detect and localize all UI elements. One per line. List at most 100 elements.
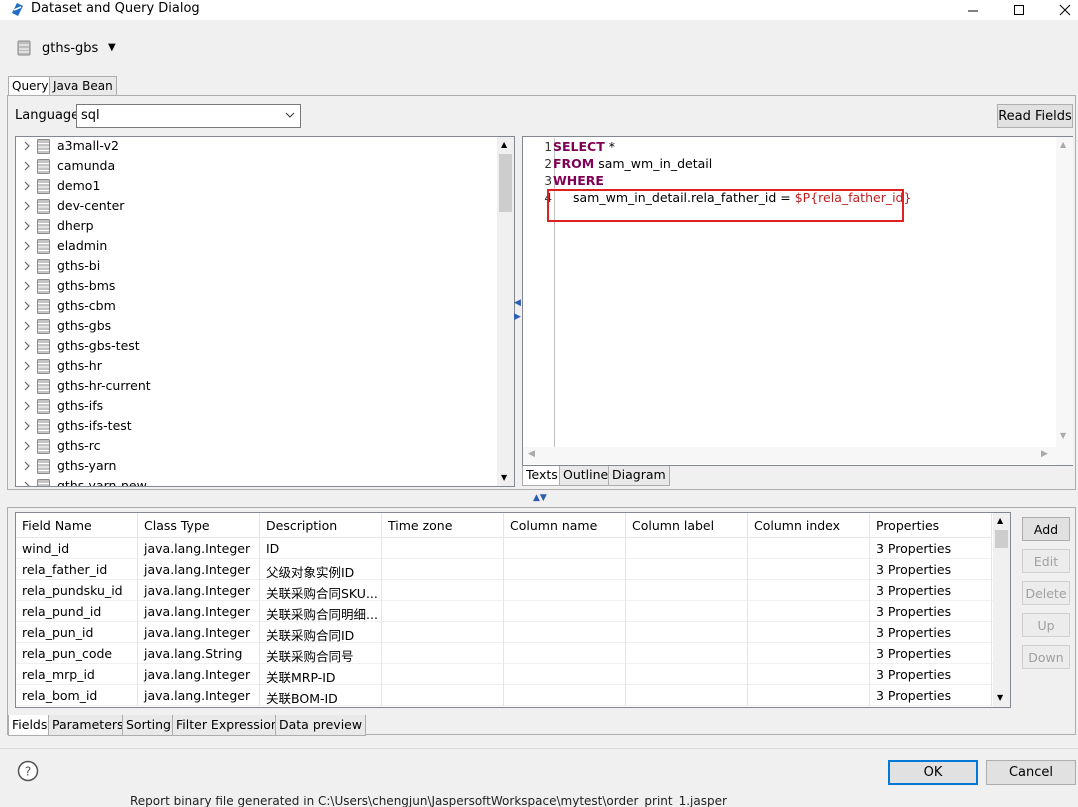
column-header[interactable]: Time zone: [382, 513, 504, 538]
close-button[interactable]: [1042, 0, 1078, 20]
scroll-down-icon[interactable]: ▼: [501, 473, 507, 482]
maximize-button[interactable]: [996, 0, 1042, 20]
schema-tree-item[interactable]: gths-yarn-new: [16, 477, 496, 487]
column-header[interactable]: Field Name: [16, 513, 138, 538]
chevron-right-icon[interactable]: [22, 201, 32, 211]
cancel-button[interactable]: Cancel: [986, 760, 1076, 785]
schema-name: a3mall-v2: [57, 138, 119, 153]
chevron-right-icon[interactable]: [22, 261, 32, 271]
schema-tree-item[interactable]: a3mall-v2: [16, 137, 496, 157]
fields-table[interactable]: Field Name Class Type Description Time zone…: [15, 512, 1011, 708]
tab-texts[interactable]: Texts: [522, 466, 562, 486]
table-row[interactable]: rela_father_id java.lang.Integer 父级对象实例ID 3…: [16, 559, 993, 580]
chevron-right-icon[interactable]: [22, 381, 32, 391]
tab-fields[interactable]: Fields: [8, 715, 52, 736]
schema-tree-item[interactable]: gths-ifs-test: [16, 417, 496, 437]
tree-scroll-thumb[interactable]: [499, 154, 512, 212]
scroll-up-icon[interactable]: ▲: [1060, 140, 1066, 149]
datasource-icon[interactable]: [17, 40, 31, 56]
table-row[interactable]: rela_pun_code java.lang.String 关联采购合同号 3 Pr…: [16, 643, 993, 664]
schema-tree-item[interactable]: gths-ifs: [16, 397, 496, 417]
tab-java-bean[interactable]: Java Bean: [49, 76, 117, 96]
table-row[interactable]: rela_mrp_id java.lang.Integer 关联MRP-ID 3 Pr…: [16, 664, 993, 685]
chevron-right-icon[interactable]: [22, 441, 32, 451]
collapse-left-icon[interactable]: ◀: [514, 298, 521, 308]
sql-editor[interactable]: 1 2 3 4 SELECT * FROM sam_wm_in_detail W…: [522, 136, 1073, 466]
column-header[interactable]: Column label: [626, 513, 748, 538]
schema-tree-item[interactable]: camunda: [16, 157, 496, 177]
tab-query[interactable]: Query: [8, 76, 53, 96]
down-button[interactable]: Down: [1022, 645, 1070, 669]
scroll-up-icon[interactable]: ▲: [501, 140, 507, 149]
tab-outline[interactable]: Outline: [559, 466, 613, 486]
table-row[interactable]: rela_bom_id java.lang.Integer 关联BOM-ID 3 Pr…: [16, 685, 993, 706]
scroll-left-icon[interactable]: ◀: [528, 449, 535, 459]
schema-tree-item[interactable]: eladmin: [16, 237, 496, 257]
scroll-up-icon[interactable]: ▲: [997, 516, 1003, 525]
chevron-right-icon[interactable]: [22, 421, 32, 431]
language-select[interactable]: sql: [76, 104, 301, 128]
edit-button[interactable]: Edit: [1022, 549, 1070, 573]
chevron-right-icon[interactable]: [22, 461, 32, 471]
scroll-down-icon[interactable]: ▼: [997, 693, 1003, 702]
chevron-right-icon[interactable]: [22, 361, 32, 371]
delete-button[interactable]: Delete: [1022, 581, 1070, 605]
scroll-right-icon[interactable]: ▶: [1041, 449, 1048, 459]
column-header[interactable]: Column index: [748, 513, 870, 538]
tab-data-preview[interactable]: Data preview: [275, 715, 367, 736]
chevron-right-icon[interactable]: [22, 321, 32, 331]
scroll-down-icon[interactable]: ▼: [1060, 431, 1066, 440]
tab-parameters[interactable]: Parameters: [48, 715, 128, 736]
tab-diagram[interactable]: Diagram: [608, 466, 670, 486]
add-button[interactable]: Add: [1022, 517, 1070, 541]
chevron-right-icon[interactable]: [22, 181, 32, 191]
chevron-right-icon[interactable]: [22, 301, 32, 311]
background-console: Report binary file generated in C:\Users…: [0, 796, 1078, 807]
tab-filter-expression[interactable]: Filter Expression: [172, 715, 283, 736]
schema-tree-item[interactable]: gths-hr: [16, 357, 496, 377]
table-row[interactable]: wind_id java.lang.Integer ID 3 Properties: [16, 538, 993, 559]
help-icon[interactable]: ?: [17, 760, 39, 782]
expand-right-icon[interactable]: ▶: [514, 312, 521, 322]
minimize-button[interactable]: [950, 0, 996, 20]
table-row[interactable]: rela_pundsku_id java.lang.Integer 关联采购合同SK…: [16, 580, 993, 601]
read-fields-button[interactable]: Read Fields: [997, 104, 1073, 128]
chevron-right-icon[interactable]: [22, 221, 32, 231]
chevron-right-icon[interactable]: [22, 281, 32, 291]
ok-button[interactable]: OK: [888, 760, 978, 785]
schema-tree-item[interactable]: gths-cbm: [16, 297, 496, 317]
table-cell: [382, 643, 504, 664]
schema-tree-item[interactable]: demo1: [16, 177, 496, 197]
chevron-right-icon[interactable]: [22, 241, 32, 251]
table-row[interactable]: rela_pund_id java.lang.Integer 关联采购合同明细...…: [16, 601, 993, 622]
chevron-right-icon[interactable]: [22, 141, 32, 151]
up-button[interactable]: Up: [1022, 613, 1070, 637]
schema-tree-item[interactable]: gths-yarn: [16, 457, 496, 477]
datasource-dropdown-icon[interactable]: ▼: [108, 42, 116, 53]
chevron-right-icon[interactable]: [22, 481, 32, 487]
schema-tree-item[interactable]: gths-bms: [16, 277, 496, 297]
tab-sorting[interactable]: Sorting: [122, 715, 175, 736]
editor-hscrollbar[interactable]: ◀ ▶: [523, 447, 1057, 464]
column-header[interactable]: Class Type: [138, 513, 260, 538]
chevron-right-icon[interactable]: [22, 161, 32, 171]
table-row[interactable]: rela_pun_id java.lang.Integer 关联采购合同ID 3 Pr…: [16, 622, 993, 643]
schema-tree-item[interactable]: dherp: [16, 217, 496, 237]
schema-tree-item[interactable]: gths-gbs: [16, 317, 496, 337]
schema-tree[interactable]: a3mall-v2 camunda demo1 dev-center dherp elad…: [15, 136, 515, 487]
fields-scroll-thumb[interactable]: [995, 530, 1008, 548]
column-header[interactable]: Column name: [504, 513, 626, 538]
datasource-name[interactable]: gths-gbs: [42, 41, 98, 56]
editor-vscrollbar[interactable]: ▲ ▼: [1056, 137, 1073, 465]
chevron-right-icon[interactable]: [22, 341, 32, 351]
schema-tree-item[interactable]: gths-bi: [16, 257, 496, 277]
schema-tree-item[interactable]: gths-rc: [16, 437, 496, 457]
schema-tree-item[interactable]: dev-center: [16, 197, 496, 217]
table-cell: rela_pund_id: [16, 601, 138, 622]
column-header[interactable]: Properties: [870, 513, 992, 538]
chevron-right-icon[interactable]: [22, 401, 32, 411]
schema-tree-item[interactable]: gths-hr-current: [16, 377, 496, 397]
vertical-splitter-icon[interactable]: ▲▼: [533, 493, 547, 503]
column-header[interactable]: Description: [260, 513, 382, 538]
schema-tree-item[interactable]: gths-gbs-test: [16, 337, 496, 357]
